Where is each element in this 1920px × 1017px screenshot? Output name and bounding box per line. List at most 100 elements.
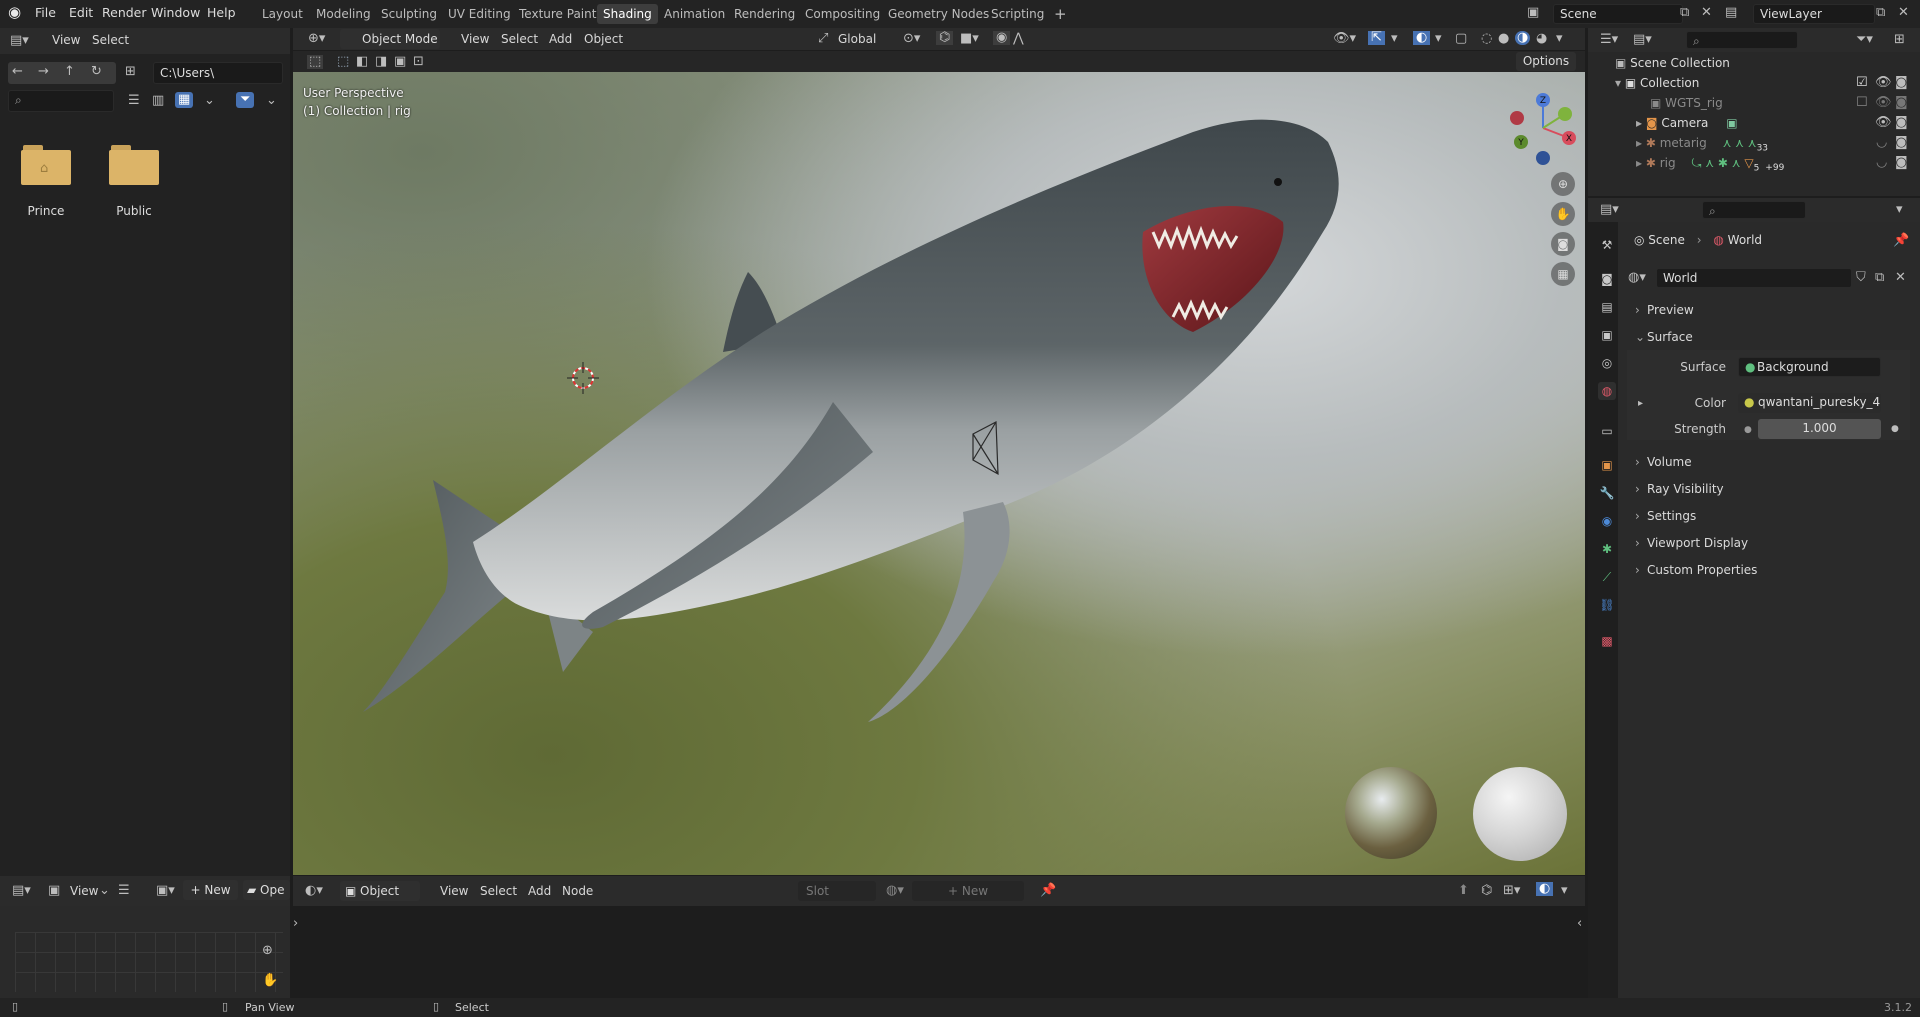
image-editor-grid[interactable]: [15, 932, 283, 992]
viewport-menu-add[interactable]: Add: [549, 32, 572, 46]
output-tab-icon[interactable]: ▤: [1598, 298, 1616, 316]
node-menu-view[interactable]: View: [440, 884, 468, 898]
section-custom-properties[interactable]: › Custom Properties: [1627, 559, 1910, 581]
tab-scripting[interactable]: Scripting: [985, 4, 1050, 24]
properties-editor-type-icon[interactable]: ▤▾: [1600, 203, 1619, 217]
thumb-list-icon[interactable]: ▥: [152, 94, 164, 108]
overlay-options-icon[interactable]: ▾: [1435, 32, 1442, 46]
object-data-tab-icon[interactable]: ✱: [1598, 540, 1616, 558]
viewport-menu-select[interactable]: Select: [501, 32, 538, 46]
duplicate-world-icon[interactable]: ⧉: [1875, 271, 1884, 285]
material-preview-icon[interactable]: ◑: [1515, 31, 1531, 45]
pan-hand-icon[interactable]: ✋: [1551, 202, 1575, 226]
scene-icon[interactable]: ▣: [1527, 6, 1539, 20]
camera-view-icon[interactable]: ◙: [1551, 232, 1575, 256]
open-image-button[interactable]: ▰ Ope: [243, 880, 290, 900]
eye-icon[interactable]: 👁: [1875, 96, 1892, 110]
scene-selector[interactable]: Scene: [1553, 4, 1683, 24]
snap-node-icon[interactable]: ⌬: [1481, 884, 1492, 898]
wireframe-shading-icon[interactable]: ◌: [1481, 32, 1492, 46]
select-mode-set-icon[interactable]: ⬚: [337, 55, 349, 69]
checkbox-empty-icon[interactable]: ☐: [1856, 96, 1868, 110]
snap-mode-icon[interactable]: ⊞▾: [1503, 884, 1520, 898]
world-browse-icon[interactable]: ◍▾: [1628, 271, 1646, 285]
hamburger-menu-icon[interactable]: ☰: [118, 884, 130, 898]
outliner-search-input[interactable]: ⌕: [1686, 31, 1798, 49]
new-image-button[interactable]: + New: [183, 880, 238, 900]
properties-search-input[interactable]: ⌕: [1702, 201, 1806, 219]
constraint-tab-icon[interactable]: ⛓: [1598, 596, 1616, 614]
shader-editor-type-icon[interactable]: ◐▾: [305, 884, 323, 898]
xray-icon[interactable]: ▢: [1455, 32, 1467, 46]
folder-public[interactable]: [109, 145, 159, 185]
select-mode-extend-icon[interactable]: ◧: [356, 55, 368, 69]
tab-sculpting[interactable]: Sculpting: [375, 4, 443, 24]
zoom-icon[interactable]: ⊕: [262, 944, 273, 958]
section-surface[interactable]: ⌄ Surface: [1627, 326, 1910, 348]
image-menu-view[interactable]: View: [70, 884, 98, 898]
file-search-input[interactable]: ⌕: [8, 90, 114, 112]
remove-view-layer-icon[interactable]: ✕: [1898, 6, 1909, 20]
forward-arrow-icon[interactable]: →: [38, 65, 49, 79]
list-view-icon[interactable]: ☰: [128, 94, 140, 108]
tool-tab-icon[interactable]: ⚒: [1598, 236, 1616, 254]
material-browse-icon[interactable]: ◍▾: [886, 884, 904, 898]
parent-dir-icon[interactable]: ↑: [64, 65, 75, 79]
image-editor-type-icon[interactable]: ▤▾: [12, 884, 31, 898]
outliner-row-metarig[interactable]: ▸ ✱ metarig ⋏ ⋏ ⋏33: [1636, 134, 1768, 153]
select-mode-invert-icon[interactable]: ▣: [394, 55, 406, 69]
outliner-row-rig[interactable]: ▸ ✱ rig ⤿ ⋏ ✱ ⋏ ▽5 +99: [1636, 154, 1784, 173]
folder-prince[interactable]: ⌂: [21, 145, 71, 185]
new-collection-icon[interactable]: ⊞: [1894, 33, 1905, 47]
node-menu-select[interactable]: Select: [480, 884, 517, 898]
tab-compositing[interactable]: Compositing: [799, 4, 886, 24]
toolbar-expand-icon[interactable]: ›: [293, 917, 298, 931]
node-overlay-options-icon[interactable]: ▾: [1561, 884, 1568, 898]
modifier-tab-icon[interactable]: 🔧: [1598, 484, 1616, 502]
checkbox-icon[interactable]: ☑: [1856, 76, 1868, 90]
tab-layout[interactable]: Layout: [256, 4, 309, 24]
viewport-menu-view[interactable]: View: [461, 32, 489, 46]
navigation-gizmo[interactable]: Z X Y: [1503, 90, 1583, 170]
file-menu-select[interactable]: Select: [92, 33, 129, 47]
tab-uv-editing[interactable]: UV Editing: [442, 4, 517, 24]
camera-render-icon[interactable]: ◙: [1895, 116, 1908, 130]
menu-help[interactable]: Help: [207, 5, 236, 20]
outliner-filter-icon[interactable]: ⏷▾: [1856, 33, 1873, 47]
back-arrow-icon[interactable]: ←: [12, 65, 23, 79]
snap-icon[interactable]: ⌬: [936, 31, 954, 45]
eye-icon[interactable]: 👁: [1875, 76, 1892, 90]
orientation-dropdown[interactable]: Global: [838, 32, 876, 46]
solid-shading-icon[interactable]: ●: [1498, 32, 1509, 46]
image-browse-icon[interactable]: ▣▾: [156, 884, 175, 898]
tab-shading[interactable]: Shading: [597, 4, 658, 24]
unlink-world-icon[interactable]: ✕: [1895, 271, 1906, 285]
3d-viewport[interactable]: User Perspective (1) Collection | rig Z …: [293, 72, 1585, 875]
properties-options-icon[interactable]: ▾: [1896, 203, 1903, 217]
display-mode-icon[interactable]: ▤▾: [1633, 33, 1652, 47]
pan-hand-icon[interactable]: ✋: [262, 974, 278, 988]
sidebar-expand-icon[interactable]: ‹: [1577, 917, 1582, 931]
physics-tab-icon[interactable]: ◉: [1598, 512, 1616, 530]
select-tool-icon[interactable]: ⬚: [307, 55, 324, 69]
perspective-toggle-icon[interactable]: ▦: [1551, 262, 1575, 286]
fake-user-shield-icon[interactable]: ⛉: [1856, 271, 1866, 285]
view-layer-tab-icon[interactable]: ▣: [1598, 326, 1616, 344]
shading-options-icon[interactable]: ▾: [1556, 32, 1563, 46]
hidden-eye-icon[interactable]: ◡: [1876, 156, 1887, 170]
new-view-layer-icon[interactable]: ⧉: [1876, 6, 1885, 20]
surface-shader-field[interactable]: ● Background: [1738, 357, 1881, 377]
tab-geometry-nodes[interactable]: Geometry Nodes: [882, 4, 995, 24]
zoom-icon[interactable]: ⊕: [1551, 172, 1575, 196]
collection-tab-icon[interactable]: ▭: [1598, 422, 1616, 440]
viewport-editor-type-icon[interactable]: ⊕▾: [308, 32, 325, 46]
pivot-icon[interactable]: ⊙▾: [903, 32, 920, 46]
filter-icon[interactable]: ⏷: [236, 92, 255, 108]
proportional-edit-icon[interactable]: ◉: [993, 31, 1011, 45]
path-field[interactable]: C:\Users\: [153, 62, 283, 84]
pin-icon[interactable]: 📌: [1040, 884, 1056, 898]
shader-type-dropdown[interactable]: ▣ Object: [340, 881, 420, 901]
gizmo-options-icon[interactable]: ▾: [1391, 32, 1398, 46]
falloff-icon[interactable]: ⋀: [1013, 32, 1024, 46]
keyframe-dot-icon[interactable]: ●: [1891, 422, 1899, 436]
